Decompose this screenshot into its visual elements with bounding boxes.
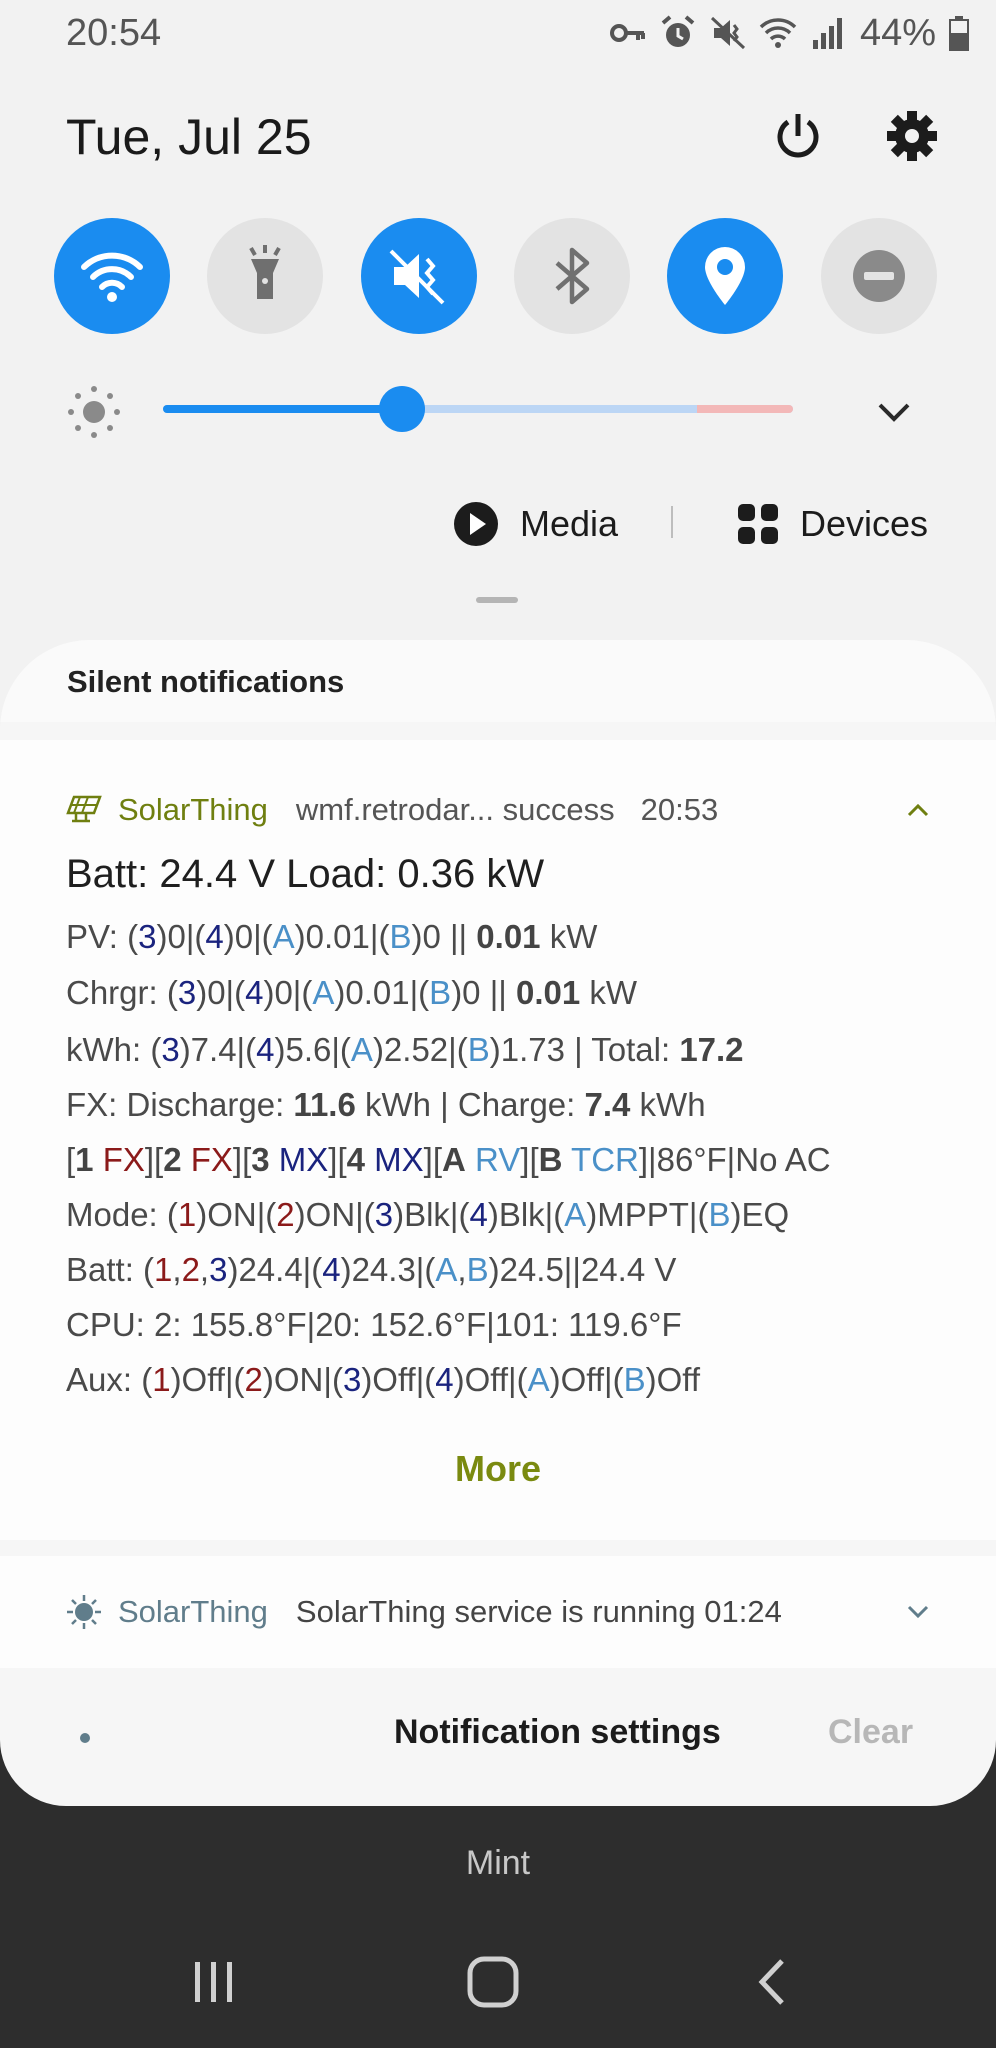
- do-not-disturb-icon: [853, 250, 905, 302]
- kwh-line: kWh: (3)7.4|(4)5.6|(A)2.52|(B)1.73 | Tot…: [66, 1031, 744, 1068]
- vpn-key-icon: [608, 13, 648, 53]
- notification-indicator-dot: [80, 1733, 90, 1743]
- wifi-icon: [81, 252, 143, 302]
- brightness-warm-zone: [697, 405, 793, 413]
- home-button[interactable]: [453, 1952, 533, 2012]
- location-icon: [705, 247, 745, 305]
- notification-settings-button[interactable]: Notification settings: [394, 1713, 721, 1752]
- solar-panel-icon: [66, 795, 102, 823]
- media-button[interactable]: Media: [452, 494, 618, 554]
- carrier-label: Mint: [465, 1844, 531, 1882]
- aux-line: Aux: (1)Off|(2)ON|(3)Off|(4)Off|(A)Off|(…: [66, 1361, 701, 1398]
- recent-apps-button[interactable]: [174, 1952, 254, 2012]
- status-bar: 20:54 44%: [0, 0, 996, 70]
- service-text: SolarThing service is running 01:24: [295, 1594, 782, 1629]
- panel-drag-handle[interactable]: [476, 597, 518, 603]
- settings-button[interactable]: [880, 104, 944, 168]
- media-label: Media: [520, 503, 619, 544]
- clear-button[interactable]: Clear: [828, 1713, 913, 1752]
- brightness-fill: [163, 405, 403, 413]
- brightness-thumb[interactable]: [379, 386, 426, 432]
- back-button[interactable]: [732, 1952, 812, 2012]
- wifi-status-icon: [758, 13, 798, 53]
- app-name: SolarThing: [118, 792, 268, 827]
- notification-panel: Silent notifications SolarThing wmf.retr…: [0, 640, 996, 1806]
- mute-toggle-icon: [389, 249, 445, 305]
- wifi-toggle[interactable]: [54, 218, 170, 334]
- mute-icon: [708, 13, 748, 53]
- service-notification-header: SolarThing SolarThing service is running…: [66, 1592, 782, 1632]
- recent-apps-icon: [195, 1962, 232, 2002]
- pv-line: PV: (3)0|(4)0|(A)0.01|(B)0 || 0.01 kW: [66, 918, 598, 955]
- chrgr-line: Chrgr: (3)0|(4)0|(A)0.01|(B)0 || 0.01 kW: [66, 974, 638, 1011]
- sun-icon: [67, 1595, 101, 1629]
- back-icon: [758, 1959, 784, 2005]
- chevron-up-icon: [907, 803, 929, 817]
- solarthing-notification[interactable]: SolarThing wmf.retrodar... success 20:53…: [0, 740, 996, 1540]
- devices-line: [1 FX][2 FX][3 MX][4 MX][A RV][B TCR]|86…: [66, 1141, 831, 1178]
- notification-time: 20:53: [640, 792, 719, 827]
- location-toggle[interactable]: [667, 218, 783, 334]
- home-icon: [467, 1956, 519, 2008]
- battery-icon: [946, 13, 972, 53]
- devices-button[interactable]: Devices: [736, 494, 928, 554]
- battery-percent: 44%: [859, 11, 936, 54]
- do-not-disturb-toggle[interactable]: [821, 218, 937, 334]
- mode-line: Mode: (1)ON|(2)ON|(3)Blk|(4)Blk|(A)MPPT|…: [66, 1196, 790, 1233]
- power-button[interactable]: [766, 104, 830, 168]
- collapse-notification-button[interactable]: [900, 790, 936, 830]
- notification-meta: wmf.retrodar... success: [295, 792, 615, 827]
- devices-label: Devices: [800, 503, 929, 544]
- status-icons: 44%: [608, 10, 972, 56]
- fx-line: FX: Discharge: 11.6 kWh | Charge: 7.4 kW…: [66, 1086, 706, 1123]
- gear-icon: [887, 111, 937, 161]
- silent-notifications-title: Silent notifications: [67, 664, 345, 699]
- cpu-line: CPU: 2: 155.8°F|20: 152.6°F|101: 119.6°F: [66, 1306, 682, 1343]
- chevron-down-icon: [878, 403, 910, 422]
- expand-panel-button[interactable]: [866, 384, 922, 440]
- solarthing-service-notification[interactable]: SolarThing SolarThing service is running…: [0, 1556, 996, 1668]
- alarm-icon: [658, 13, 698, 53]
- more-button[interactable]: More: [0, 1448, 996, 1490]
- bluetooth-icon: [555, 247, 590, 305]
- flashlight-icon: [249, 245, 281, 299]
- chevron-down-icon: [907, 1605, 929, 1619]
- mute-toggle[interactable]: [361, 218, 477, 334]
- status-time: 20:54: [66, 12, 162, 54]
- signal-icon: [808, 13, 848, 53]
- brightness-slider[interactable]: [163, 405, 793, 413]
- brightness-icon: [66, 384, 122, 440]
- notification-header: SolarThing wmf.retrodar... success 20:53: [66, 790, 718, 830]
- service-app-name: SolarThing: [118, 1594, 268, 1629]
- play-icon: [454, 502, 498, 546]
- media-divider: [671, 506, 673, 538]
- flashlight-toggle[interactable]: [207, 218, 323, 334]
- batt-line: Batt: (1,2,3)24.4|(4)24.3|(A,B)24.5||24.…: [66, 1251, 677, 1288]
- bluetooth-toggle[interactable]: [514, 218, 630, 334]
- devices-grid-icon: [738, 504, 778, 544]
- silent-header: Silent notifications: [0, 640, 996, 722]
- power-icon: [777, 114, 819, 158]
- date-label: Tue, Jul 25: [66, 109, 312, 165]
- notification-title: Batt: 24.4 V Load: 0.36 kW: [66, 852, 545, 896]
- quick-toggles: [54, 218, 938, 336]
- expand-service-notification-button[interactable]: [900, 1592, 936, 1632]
